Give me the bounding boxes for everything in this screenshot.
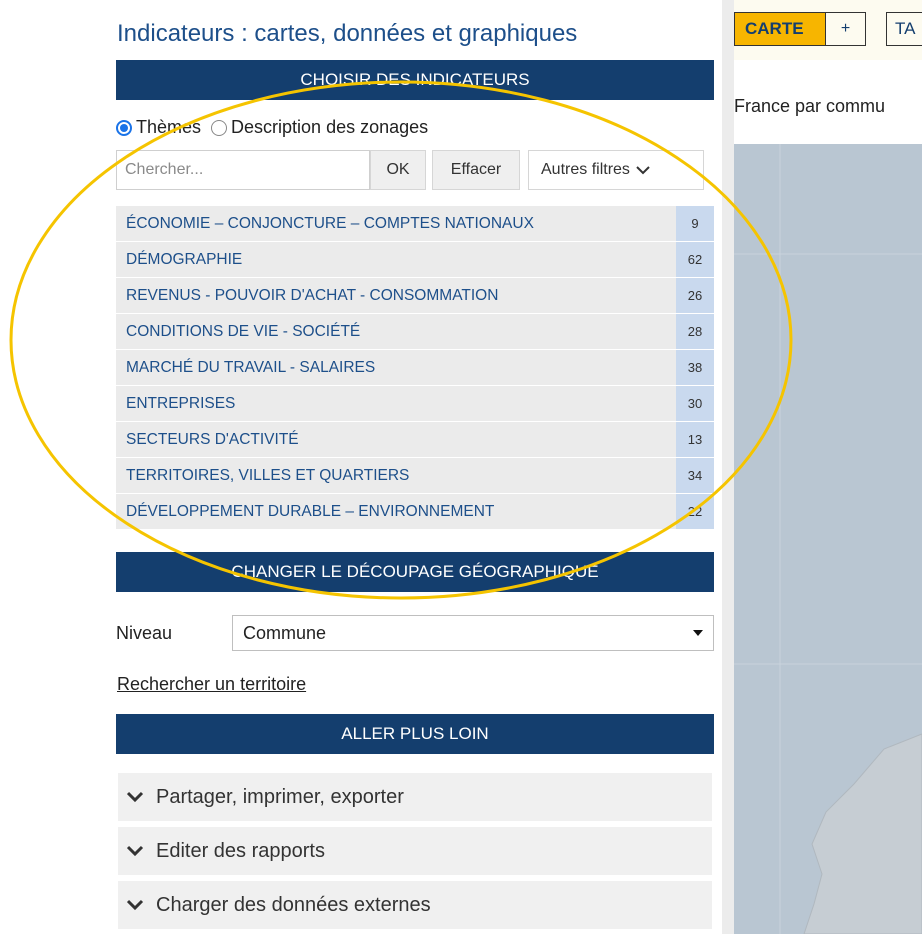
- panel-splitter[interactable]: [722, 0, 734, 934]
- tab-carte[interactable]: CARTE: [734, 12, 826, 46]
- radio-zonages-label[interactable]: Description des zonages: [231, 117, 428, 138]
- theme-row[interactable]: DÉVELOPPEMENT DURABLE – ENVIRONNEMENT 22: [116, 494, 714, 530]
- theme-row[interactable]: ÉCONOMIE – CONJONCTURE – COMPTES NATIONA…: [116, 206, 714, 242]
- theme-label[interactable]: MARCHÉ DU TRAVAIL - SALAIRES: [116, 350, 676, 385]
- chevron-down-icon: [124, 840, 146, 862]
- radio-themes-label[interactable]: Thèmes: [136, 117, 201, 138]
- indicator-panel: Indicateurs : cartes, données et graphiq…: [0, 0, 722, 934]
- theme-row[interactable]: MARCHÉ DU TRAVAIL - SALAIRES 38: [116, 350, 714, 386]
- theme-row[interactable]: DÉMOGRAPHIE 62: [116, 242, 714, 278]
- theme-count: 30: [676, 386, 714, 421]
- accordion-share[interactable]: Partager, imprimer, exporter: [118, 773, 712, 821]
- accordion-label: Charger des données externes: [156, 893, 431, 916]
- theme-label[interactable]: DÉMOGRAPHIE: [116, 242, 676, 277]
- mode-radio-group: Thèmes Description des zonages: [116, 117, 428, 138]
- chevron-down-icon: [124, 786, 146, 808]
- choose-indicators-header[interactable]: CHOISIR DES INDICATEURS: [116, 60, 714, 100]
- theme-count: 26: [676, 278, 714, 313]
- radio-zonages[interactable]: [211, 119, 228, 136]
- theme-label[interactable]: REVENUS - POUVOIR D'ACHAT - CONSOMMATION: [116, 278, 676, 313]
- accordion-external-data[interactable]: Charger des données externes: [118, 881, 712, 929]
- theme-list: ÉCONOMIE – CONJONCTURE – COMPTES NATIONA…: [116, 206, 714, 530]
- level-row: Niveau Commune: [116, 615, 714, 651]
- map-caption: France par commu: [734, 96, 886, 116]
- radio-themes[interactable]: [116, 119, 132, 136]
- page-title: Indicateurs : cartes, données et graphiq…: [117, 20, 578, 47]
- theme-label[interactable]: ÉCONOMIE – CONJONCTURE – COMPTES NATIONA…: [116, 206, 676, 241]
- accordion-label: Partager, imprimer, exporter: [156, 785, 404, 808]
- map-panel: CARTE + TA France par commu: [734, 0, 922, 934]
- theme-count: 9: [676, 206, 714, 241]
- theme-label[interactable]: SECTEURS D'ACTIVITÉ: [116, 422, 676, 457]
- level-label: Niveau: [116, 622, 173, 643]
- other-filters-label: Autres filtres: [541, 161, 630, 178]
- tab-table[interactable]: TA: [886, 12, 922, 46]
- theme-row[interactable]: ENTREPRISES 30: [116, 386, 714, 422]
- level-select[interactable]: Commune: [232, 615, 714, 651]
- accordion-label: Editer des rapports: [156, 839, 325, 862]
- chevron-down-icon: [636, 166, 650, 175]
- view-tabbar: CARTE + TA: [734, 0, 922, 60]
- go-further-header[interactable]: ALLER PLUS LOIN: [116, 714, 714, 754]
- ok-button[interactable]: OK: [370, 150, 426, 190]
- theme-row[interactable]: REVENUS - POUVOIR D'ACHAT - CONSOMMATION…: [116, 278, 714, 314]
- accordion-reports[interactable]: Editer des rapports: [118, 827, 712, 875]
- change-geo-header[interactable]: CHANGER LE DÉCOUPAGE GÉOGRAPHIQUE: [116, 552, 714, 592]
- theme-row[interactable]: TERRITOIRES, VILLES ET QUARTIERS 34: [116, 458, 714, 494]
- theme-count: 28: [676, 314, 714, 349]
- theme-count: 34: [676, 458, 714, 493]
- search-territory-link[interactable]: Rechercher un territoire: [117, 674, 306, 695]
- theme-row[interactable]: CONDITIONS DE VIE - SOCIÉTÉ 28: [116, 314, 714, 350]
- chevron-down-icon: [124, 894, 146, 916]
- other-filters-dropdown[interactable]: Autres filtres: [528, 150, 704, 190]
- theme-label[interactable]: DÉVELOPPEMENT DURABLE – ENVIRONNEMENT: [116, 494, 676, 529]
- search-input[interactable]: [116, 150, 370, 190]
- theme-label[interactable]: ENTREPRISES: [116, 386, 676, 421]
- theme-label[interactable]: CONDITIONS DE VIE - SOCIÉTÉ: [116, 314, 676, 349]
- level-value: Commune: [243, 622, 327, 643]
- theme-count: 62: [676, 242, 714, 277]
- theme-count: 38: [676, 350, 714, 385]
- theme-count: 13: [676, 422, 714, 457]
- map-canvas[interactable]: [734, 144, 922, 934]
- search-bar: OK Effacer Autres filtres: [116, 150, 704, 190]
- theme-count: 22: [676, 494, 714, 529]
- tab-carte-plus-button[interactable]: +: [826, 12, 866, 46]
- map-graphic: [734, 144, 922, 934]
- theme-label[interactable]: TERRITOIRES, VILLES ET QUARTIERS: [116, 458, 676, 493]
- clear-button[interactable]: Effacer: [432, 150, 520, 190]
- caret-down-icon: [693, 630, 703, 636]
- theme-row[interactable]: SECTEURS D'ACTIVITÉ 13: [116, 422, 714, 458]
